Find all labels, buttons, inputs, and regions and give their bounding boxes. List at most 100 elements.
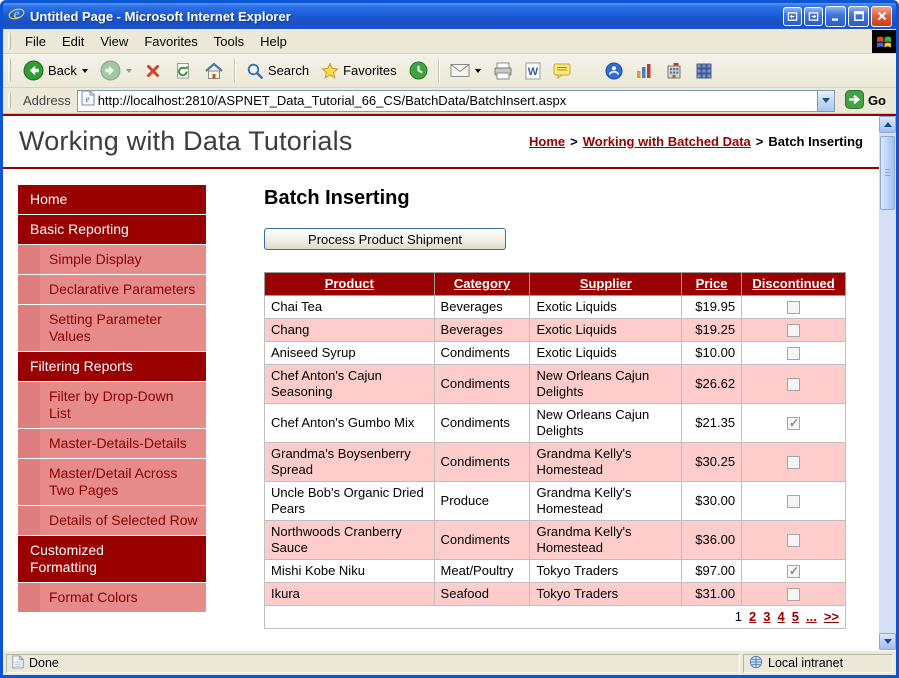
address-input-box: e xyxy=(77,90,835,112)
sidebar-item-filtering-reports[interactable]: Filtering Reports xyxy=(18,352,206,381)
menu-view[interactable]: View xyxy=(92,30,136,53)
column-header-category[interactable]: Category xyxy=(434,273,530,296)
sidebar-item-format-colors[interactable]: Format Colors xyxy=(18,583,206,612)
go-button[interactable]: Go xyxy=(841,89,890,113)
site-title: Working with Data Tutorials xyxy=(19,126,353,157)
pager-page-link[interactable]: ... xyxy=(806,609,817,624)
cell-supplier: Tokyo Traders xyxy=(530,583,682,606)
svg-text:W: W xyxy=(527,66,538,78)
sidebar-item-master-details-details[interactable]: Master-Details-Details xyxy=(18,429,206,458)
pager-page-link[interactable]: 3 xyxy=(763,609,770,624)
messenger-button[interactable] xyxy=(599,58,629,84)
search-button[interactable]: Search xyxy=(240,58,315,84)
scroll-down-button[interactable] xyxy=(879,633,896,650)
cell-product: Chang xyxy=(265,319,435,342)
pager-page-link[interactable]: 4 xyxy=(778,609,785,624)
stop-button[interactable] xyxy=(138,58,168,84)
cell-supplier: Grandma Kelly's Homestead xyxy=(530,521,682,560)
titlebar-extra-button-2[interactable] xyxy=(804,7,823,26)
edit-button[interactable]: W xyxy=(519,58,547,84)
history-button[interactable] xyxy=(403,57,434,84)
sidebar-item-declarative-parameters[interactable]: Declarative Parameters xyxy=(18,275,206,304)
grid-button[interactable] xyxy=(689,58,719,84)
address-dropdown-button[interactable] xyxy=(817,91,834,111)
mail-dropdown-caret[interactable] xyxy=(475,69,481,73)
sidebar-item-master-detail-across-two-pages[interactable]: Master/Detail Across Two Pages xyxy=(18,459,206,505)
sidebar-indent-strip xyxy=(18,382,40,428)
sidebar-item-customized-formatting[interactable]: Customized Formatting xyxy=(18,536,206,582)
cell-product: Chai Tea xyxy=(265,296,435,319)
table-row: Mishi Kobe NikuMeat/PoultryTokyo Traders… xyxy=(265,560,846,583)
pager-last-link[interactable]: >> xyxy=(824,609,839,624)
pager-page-link[interactable]: 5 xyxy=(792,609,799,624)
print-button[interactable] xyxy=(487,58,519,84)
sidebar-item-simple-display[interactable]: Simple Display xyxy=(18,245,206,274)
forward-button[interactable] xyxy=(94,56,138,85)
menu-tools[interactable]: Tools xyxy=(206,30,252,53)
menu-help[interactable]: Help xyxy=(252,30,295,53)
scroll-up-arrow-icon xyxy=(884,122,892,127)
column-header-product[interactable]: Product xyxy=(265,273,435,296)
toolbar-grip[interactable] xyxy=(8,59,11,82)
window-arrow-right-icon xyxy=(808,11,819,22)
pager-page-link[interactable]: 2 xyxy=(749,609,756,624)
discuss-button[interactable] xyxy=(547,59,577,83)
sidebar-item-home[interactable]: Home xyxy=(18,185,206,214)
building-button[interactable] xyxy=(659,58,689,84)
column-header-discontinued[interactable]: Discontinued xyxy=(742,273,846,296)
back-button[interactable]: Back xyxy=(17,56,94,85)
sidebar-item-filter-by-drop-down-list[interactable]: Filter by Drop-Down List xyxy=(18,382,206,428)
scrollbar-track[interactable] xyxy=(879,133,896,633)
back-label: Back xyxy=(48,63,77,78)
sidebar-item-basic-reporting[interactable]: Basic Reporting xyxy=(18,215,206,244)
cell-supplier: Exotic Liquids xyxy=(530,296,682,319)
toolbar-grip[interactable] xyxy=(8,93,11,108)
address-bar: Address e Go xyxy=(3,88,896,114)
sidebar-indent-strip xyxy=(18,583,40,612)
vertical-scrollbar[interactable] xyxy=(879,116,896,650)
menu-file[interactable]: File xyxy=(17,30,54,53)
header-link[interactable]: Discontinued xyxy=(752,276,834,291)
forward-dropdown-caret[interactable] xyxy=(126,69,132,73)
home-button[interactable] xyxy=(198,58,230,84)
back-dropdown-caret[interactable] xyxy=(82,69,88,73)
maximize-button[interactable] xyxy=(848,6,869,27)
stats-button[interactable] xyxy=(629,58,659,84)
discontinued-checkbox xyxy=(787,378,800,391)
menu-edit[interactable]: Edit xyxy=(54,30,92,53)
process-product-shipment-button[interactable]: Process Product Shipment xyxy=(264,228,506,250)
scrollbar-thumb[interactable] xyxy=(880,136,895,210)
close-button[interactable] xyxy=(871,6,892,27)
cell-supplier: Exotic Liquids xyxy=(530,342,682,365)
stop-icon xyxy=(144,62,162,80)
breadcrumb-separator: > xyxy=(570,134,578,149)
page-header: Working with Data Tutorials Home > Working… xyxy=(3,116,879,169)
cell-category: Condiments xyxy=(434,342,530,365)
cell-discontinued xyxy=(742,443,846,482)
sidebar-item-setting-parameter-values[interactable]: Setting Parameter Values xyxy=(18,305,206,351)
breadcrumb-section-link[interactable]: Working with Batched Data xyxy=(583,134,751,149)
column-header-price[interactable]: Price xyxy=(682,273,742,296)
header-link[interactable]: Category xyxy=(454,276,510,291)
header-link[interactable]: Product xyxy=(325,276,374,291)
cell-discontinued xyxy=(742,365,846,404)
window-arrow-left-icon xyxy=(787,11,798,22)
header-link[interactable]: Price xyxy=(696,276,728,291)
scroll-up-button[interactable] xyxy=(879,116,896,133)
titlebar-extra-button-1[interactable] xyxy=(783,7,802,26)
page-content: Working with Data Tutorials Home > Working… xyxy=(3,116,879,650)
cell-discontinued xyxy=(742,521,846,560)
menu-favorites[interactable]: Favorites xyxy=(136,30,205,53)
minimize-button[interactable] xyxy=(825,6,846,27)
sidebar-item-details-of-selected-row[interactable]: Details of Selected Row xyxy=(18,506,206,535)
grid-icon xyxy=(695,62,713,80)
column-header-supplier[interactable]: Supplier xyxy=(530,273,682,296)
mail-button[interactable] xyxy=(444,59,487,82)
minimize-icon xyxy=(830,10,842,22)
breadcrumb-home-link[interactable]: Home xyxy=(529,134,565,149)
header-link[interactable]: Supplier xyxy=(580,276,632,291)
toolbar-grip[interactable] xyxy=(8,33,11,50)
address-input[interactable] xyxy=(95,93,817,108)
favorites-button[interactable]: Favorites xyxy=(315,58,402,84)
refresh-button[interactable] xyxy=(168,58,198,84)
